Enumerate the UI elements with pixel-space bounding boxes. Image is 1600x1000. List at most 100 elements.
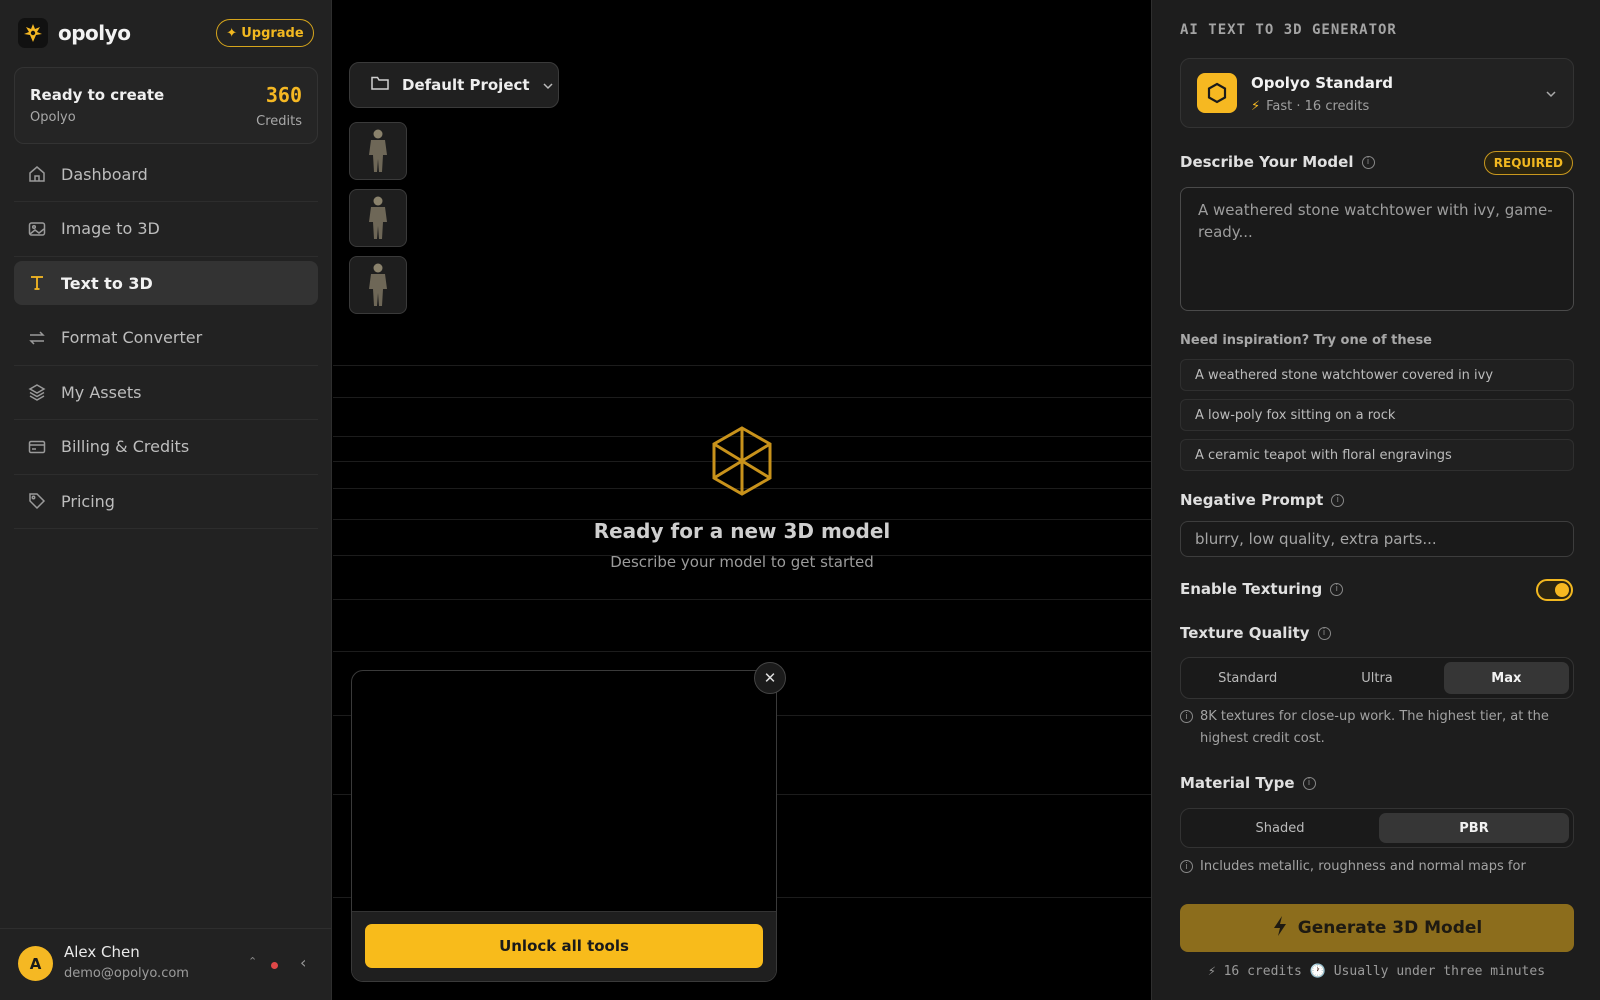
generate-button-label: Generate 3D Model	[1297, 918, 1483, 938]
brand-name: opolyo	[58, 21, 131, 45]
sidebar-item-format-converter[interactable]: Format Converter	[14, 316, 318, 366]
project-selector[interactable]: Default Project	[349, 62, 559, 108]
sidebar-item-text-to-3d[interactable]: Text to 3D	[14, 261, 318, 305]
material-type-label-text: Material Type	[1180, 774, 1295, 792]
character-model-icon	[369, 129, 387, 172]
material-type-label: Material Type i	[1180, 774, 1316, 792]
sidebar-item-image-to-3d[interactable]: Image to 3D	[14, 207, 318, 257]
model-thumbnail[interactable]	[349, 256, 407, 314]
info-icon: i	[1180, 710, 1193, 723]
texture-quality-selector: Standard Ultra Max	[1180, 657, 1574, 699]
required-badge: REQUIRED	[1483, 151, 1573, 175]
prompt-textarea[interactable]: A weathered stone watchtower with ivy, g…	[1180, 187, 1574, 311]
image-icon	[27, 219, 47, 239]
sidebar: opolyo ✦ Upgrade Ready to create Opolyo …	[0, 0, 332, 1000]
user-bar[interactable]: A Alex Chen demo@opolyo.com ⌃ ‹	[0, 928, 332, 1000]
material-type-selector: Shaded PBR	[1180, 808, 1574, 848]
promo-popup: Unlock all tools	[351, 670, 777, 982]
sidebar-item-label: Pricing	[61, 491, 115, 511]
empty-state: Ready for a new 3D model Describe your m…	[333, 425, 1151, 571]
credits-label: Credits	[256, 114, 302, 129]
grid-line	[333, 397, 1151, 398]
texture-quality-label: Texture Quality i	[1180, 624, 1331, 642]
negative-prompt-input[interactable]: blurry, low quality, extra parts...	[1180, 521, 1574, 557]
sidebar-item-my-assets[interactable]: My Assets	[14, 370, 318, 420]
texturing-toggle[interactable]	[1536, 579, 1573, 601]
grid-line	[333, 651, 1151, 652]
info-icon[interactable]: i	[1302, 776, 1316, 790]
grid-line	[333, 365, 1151, 366]
sidebar-item-label: Dashboard	[61, 164, 148, 184]
info-icon[interactable]: i	[1330, 582, 1344, 596]
model-thumbnail[interactable]	[349, 122, 407, 180]
suggestion-chip[interactable]: A weathered stone watchtower covered in …	[1180, 359, 1574, 391]
grid-line	[333, 599, 1151, 600]
hexagon-icon	[1197, 73, 1237, 113]
upgrade-button[interactable]: ✦ Upgrade	[216, 19, 314, 47]
generate-button[interactable]: Generate 3D Model	[1180, 904, 1574, 952]
sidebar-item-label: Text to 3D	[61, 273, 153, 293]
texture-quality-label-text: Texture Quality	[1180, 624, 1310, 642]
viewport-canvas[interactable]: Default Project Ready for a new 3D model…	[333, 0, 1151, 1000]
chevron-up-icon[interactable]: ⌃	[248, 955, 257, 968]
texture-option-max[interactable]: Max	[1443, 662, 1569, 694]
panel-heading: AI TEXT TO 3D GENERATOR	[1180, 22, 1397, 38]
credits-card-subtitle: Opolyo	[30, 110, 76, 125]
sidebar-item-label: Format Converter	[61, 328, 203, 347]
info-icon[interactable]: i	[1317, 626, 1331, 640]
model-name: Opolyo Standard	[1251, 74, 1394, 92]
material-type-hint: i Includes metallic, roughness and norma…	[1180, 856, 1574, 878]
model-thumbnail[interactable]	[349, 189, 407, 247]
sidebar-item-label: Billing & Credits	[61, 437, 190, 456]
bolt-icon	[1272, 915, 1288, 942]
sidebar-item-pricing[interactable]: Pricing	[14, 479, 318, 529]
describe-model-label-text: Describe Your Model	[1180, 153, 1354, 171]
model-meta: ⚡ Fast · 16 credits	[1251, 99, 1369, 114]
texture-hint-text: 8K textures for close-up work. The highe…	[1200, 709, 1549, 746]
info-icon[interactable]: i	[1331, 493, 1345, 507]
chevron-down-icon	[1545, 83, 1557, 102]
generator-panel: AI TEXT TO 3D GENERATOR Opolyo Standard …	[1151, 0, 1600, 1000]
user-email: demo@opolyo.com	[64, 966, 189, 981]
project-label: Default Project	[402, 76, 530, 94]
suggestion-chip[interactable]: A low-poly fox sitting on a rock	[1180, 399, 1574, 431]
character-model-icon	[369, 196, 387, 239]
empty-state-subtitle: Describe your model to get started	[610, 553, 874, 571]
collapse-sidebar-icon[interactable]: ‹	[300, 953, 306, 972]
layers-icon	[27, 382, 47, 402]
suggestion-chip[interactable]: A ceramic teapot with floral engravings	[1180, 439, 1574, 471]
card-icon	[27, 437, 47, 457]
text-icon	[27, 273, 47, 293]
unlock-all-tools-button[interactable]: Unlock all tools	[365, 924, 763, 968]
sparkle-icon: ✦	[226, 25, 238, 41]
avatar[interactable]: A	[18, 946, 53, 981]
model-selector[interactable]: Opolyo Standard ⚡ Fast · 16 credits	[1180, 58, 1574, 128]
negative-prompt-label-text: Negative Prompt	[1180, 491, 1324, 509]
brand[interactable]: opolyo	[18, 18, 131, 48]
credits-card-title: Ready to create	[30, 86, 165, 104]
enable-texturing-label-text: Enable Texturing	[1180, 580, 1323, 598]
sidebar-item-billing-credits[interactable]: Billing & Credits	[14, 425, 318, 475]
material-hint-text: Includes metallic, roughness and normal …	[1200, 859, 1526, 874]
swap-icon	[27, 328, 47, 348]
notification-dot-icon	[271, 962, 278, 969]
enable-texturing-label: Enable Texturing i	[1180, 580, 1344, 598]
material-option-shaded[interactable]: Shaded	[1185, 813, 1375, 843]
sidebar-item-dashboard[interactable]: Dashboard	[14, 152, 318, 202]
texture-option-ultra[interactable]: Ultra	[1314, 662, 1439, 694]
generate-meta: ⚡ 16 credits 🕐 Usually under three minut…	[1207, 964, 1546, 979]
generate-footer: Generate 3D Model ⚡ 16 credits 🕐 Usually…	[1152, 889, 1600, 1000]
material-option-pbr[interactable]: PBR	[1379, 813, 1569, 843]
folder-icon	[370, 74, 390, 96]
chevron-down-icon	[542, 76, 554, 94]
bolt-icon: ⚡	[1251, 99, 1261, 114]
opolyo-logo-icon	[18, 18, 48, 48]
texture-option-standard[interactable]: Standard	[1185, 662, 1310, 694]
info-icon[interactable]: i	[1361, 155, 1375, 169]
character-model-icon	[369, 263, 387, 306]
toggle-knob	[1555, 583, 1569, 597]
close-icon[interactable]: ✕	[754, 662, 786, 694]
texture-quality-hint: i 8K textures for close-up work. The hig…	[1180, 706, 1574, 750]
describe-model-label: Describe Your Model i	[1180, 153, 1375, 171]
negative-prompt-label: Negative Prompt i	[1180, 491, 1345, 509]
